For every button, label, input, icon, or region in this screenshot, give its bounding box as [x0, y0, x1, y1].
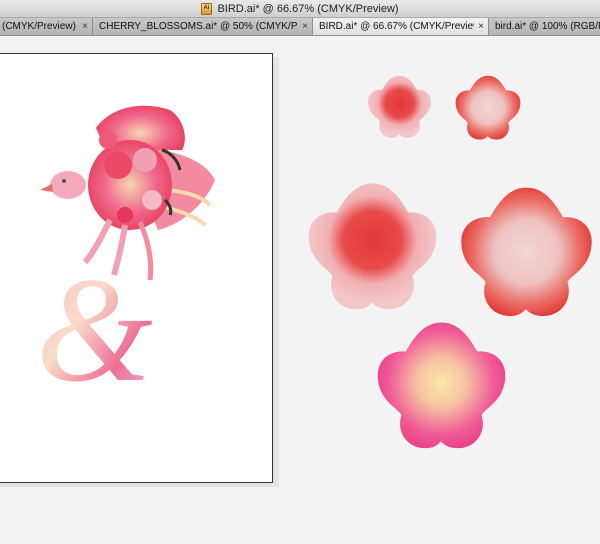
canvas-artwork: &	[36, 75, 592, 449]
ampersand-illustration[interactable]: &	[36, 247, 153, 413]
ampersand-glyph: &	[36, 247, 153, 413]
small-red-center-flower[interactable]	[368, 75, 431, 138]
large-red-center-flower[interactable]	[308, 183, 437, 310]
small-red-edge-flower[interactable]	[455, 75, 521, 140]
large-red-edge-flower[interactable]	[461, 187, 592, 317]
large-yellow-center-flower[interactable]	[377, 322, 506, 449]
